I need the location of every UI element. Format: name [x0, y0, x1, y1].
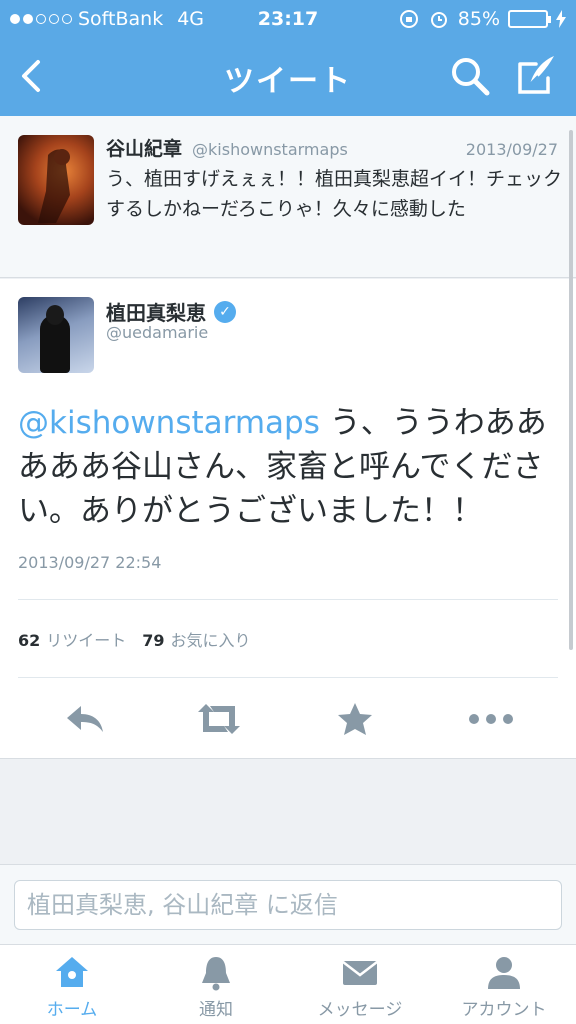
tweet-date: 2013/09/27: [465, 140, 558, 159]
tab-notifications[interactable]: 通知: [144, 945, 288, 1024]
favorite-button[interactable]: [330, 699, 380, 739]
bell-icon: [202, 957, 230, 991]
reply-icon: [67, 706, 103, 732]
retweet-button[interactable]: [194, 699, 244, 739]
avatar[interactable]: [18, 297, 94, 373]
main-tweet: 植田真梨恵 ✓ @uedamarie @kishownstarmaps う、うう…: [0, 279, 576, 759]
tab-home[interactable]: ホーム: [0, 945, 144, 1024]
tweet-stats: 62 リツイート 79 お気に入り: [18, 627, 251, 651]
retweet-icon: [198, 704, 240, 734]
divider: [18, 677, 558, 678]
author-handle[interactable]: @kishownstarmaps: [192, 140, 348, 159]
tab-messages[interactable]: メッセージ: [288, 945, 432, 1024]
battery-icon: [508, 10, 551, 28]
status-bar: SoftBank 4G 23:17 85%: [0, 0, 576, 38]
charging-icon: [556, 10, 566, 28]
tab-label: ホーム: [46, 1000, 98, 1020]
retweet-label: リツイート: [46, 631, 127, 650]
tweet-timestamp: 2013/09/27 22:54: [18, 553, 162, 572]
envelope-icon: [342, 961, 378, 985]
reply-input[interactable]: [14, 880, 562, 930]
retweet-count: 62: [18, 631, 41, 650]
star-icon: [338, 703, 372, 735]
top-bar: SoftBank 4G 23:17 85% ツイート: [0, 0, 576, 116]
tweet-text: @kishownstarmaps う、ううわあああああ谷山さん、家畜と呼んでくだ…: [18, 401, 564, 533]
search-icon[interactable]: [448, 54, 492, 98]
nav-bar: ツイート: [0, 38, 576, 116]
favorite-stat[interactable]: 79 お気に入り: [142, 627, 250, 651]
person-icon: [488, 957, 520, 989]
retweet-stat[interactable]: 62 リツイート: [18, 627, 126, 651]
author-name[interactable]: 谷山紀章: [106, 134, 182, 161]
alarm-icon: [430, 12, 447, 28]
more-button[interactable]: [466, 699, 516, 739]
compose-tweet-icon[interactable]: [514, 52, 560, 98]
rotation-lock-icon: [399, 10, 418, 28]
scrollbar[interactable]: [569, 130, 573, 650]
reply-bar: [0, 864, 576, 944]
avatar[interactable]: [18, 135, 94, 225]
favorite-label: お気に入り: [170, 631, 251, 650]
parent-tweet[interactable]: 谷山紀章 @kishownstarmaps 2013/09/27 う、植田すげえ…: [0, 116, 576, 278]
author-name[interactable]: 植田真梨恵: [106, 297, 206, 326]
tab-label: アカウント: [461, 1000, 547, 1020]
tab-bar: ホーム 通知 メッセージ アカウント: [0, 944, 576, 1024]
mention-link[interactable]: @kishownstarmaps: [18, 405, 320, 441]
home-icon: [56, 957, 88, 987]
tweet-actions: [0, 689, 576, 749]
battery-percent: 85%: [457, 8, 500, 30]
favorite-count: 79: [142, 631, 165, 650]
author-handle[interactable]: @uedamarie: [106, 323, 208, 342]
tab-label: 通知: [199, 1000, 233, 1020]
tab-account[interactable]: アカウント: [432, 945, 576, 1024]
divider: [18, 599, 558, 600]
reply-button[interactable]: [60, 699, 110, 739]
tab-label: メッセージ: [317, 1000, 403, 1020]
more-dots-icon: [469, 714, 513, 724]
tweet-text: う、植田すげえぇぇ！！植田真梨恵超イイ！チェックするしかねーだろこりゃ！久々に感…: [106, 168, 563, 220]
verified-badge-icon: ✓: [214, 300, 236, 323]
